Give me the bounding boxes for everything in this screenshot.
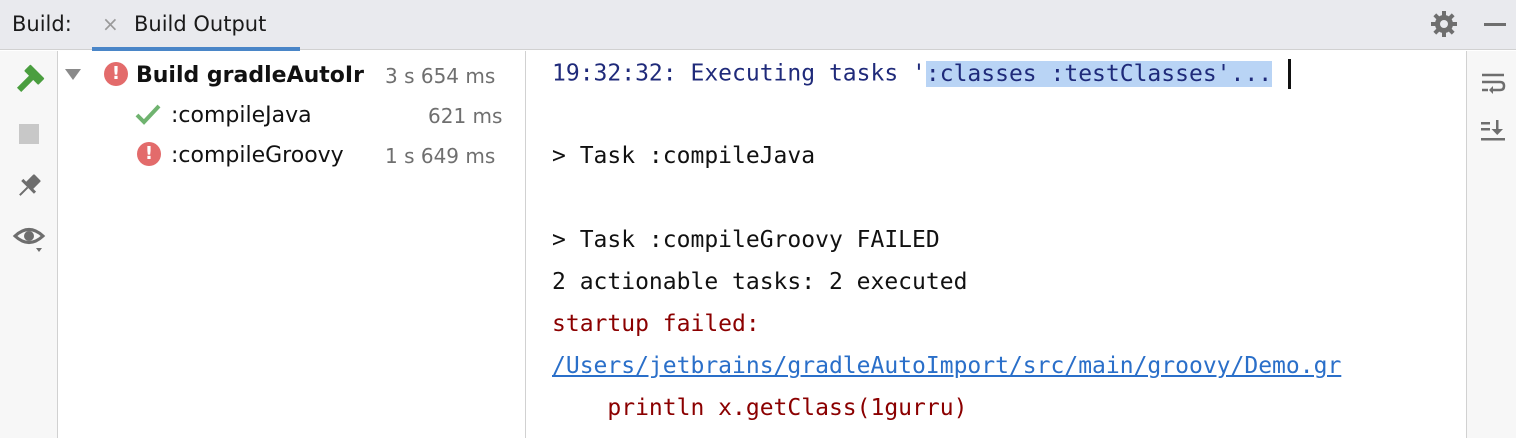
- tab-close-icon[interactable]: ×: [102, 12, 119, 36]
- console-line-startup-failed: startup failed:: [552, 311, 760, 337]
- console-text: 19:32:32: Executing tasks ': [552, 60, 926, 87]
- console-line-task-compilegroovy: > Task :compileGroovy FAILED: [552, 227, 940, 253]
- minimize-icon[interactable]: [1484, 23, 1506, 26]
- tree-item-label: Build gradleAutoIr: [136, 63, 364, 88]
- pin-icon[interactable]: [12, 169, 46, 203]
- tree-item-label: :compileJava: [171, 103, 312, 128]
- left-toolbar: [0, 51, 58, 438]
- tree-item-time: 621 ms: [428, 104, 503, 128]
- error-icon: !: [104, 62, 128, 86]
- expand-toggle-icon[interactable]: [65, 69, 81, 80]
- console-output[interactable]: 19:32:32: Executing tasks ':classes :tes…: [527, 51, 1466, 438]
- rebuild-hammer-icon[interactable]: [12, 63, 46, 97]
- tool-window-title: Build:: [12, 12, 72, 36]
- eye-icon[interactable]: [12, 221, 46, 255]
- tree-item-time: 1 s 649 ms: [385, 144, 496, 168]
- tab-build-output[interactable]: × Build Output: [92, 0, 300, 51]
- console-line-executing: 19:32:32: Executing tasks ':classes :tes…: [552, 59, 1292, 89]
- tab-label: Build Output: [134, 12, 267, 36]
- gear-icon[interactable]: [1429, 9, 1459, 39]
- tree-row-compilegroovy[interactable]: ! :compileGroovy 1 s 649 ms: [59, 137, 526, 171]
- check-icon: [135, 103, 161, 131]
- console-line-task-compilejava: > Task :compileJava: [552, 143, 816, 169]
- text-caret: [1288, 59, 1292, 89]
- scroll-to-end-icon[interactable]: [1479, 117, 1507, 145]
- console-file-link[interactable]: /Users/jetbrains/gradleAutoImport/src/ma…: [552, 353, 1341, 379]
- tree-row-compilejava[interactable]: :compileJava 621 ms: [59, 97, 526, 131]
- tool-window-header: Build: × Build Output: [0, 0, 1516, 51]
- stop-icon[interactable]: [12, 117, 46, 151]
- tree-row-build[interactable]: ! Build gradleAutoIr 3 s 654 ms: [59, 57, 526, 91]
- tree-item-time: 3 s 654 ms: [385, 64, 496, 88]
- tree-item-label: :compileGroovy: [171, 143, 344, 168]
- build-tree: ! Build gradleAutoIr 3 s 654 ms :compile…: [59, 51, 526, 438]
- soft-wrap-icon[interactable]: [1479, 69, 1507, 97]
- console-line-code: println x.getClass(1gurru): [552, 395, 968, 421]
- selected-text: :classes :testClasses'...: [925, 60, 1273, 87]
- error-icon: !: [137, 142, 161, 166]
- console-line-summary: 2 actionable tasks: 2 executed: [552, 269, 968, 295]
- right-toolbar: [1466, 51, 1516, 438]
